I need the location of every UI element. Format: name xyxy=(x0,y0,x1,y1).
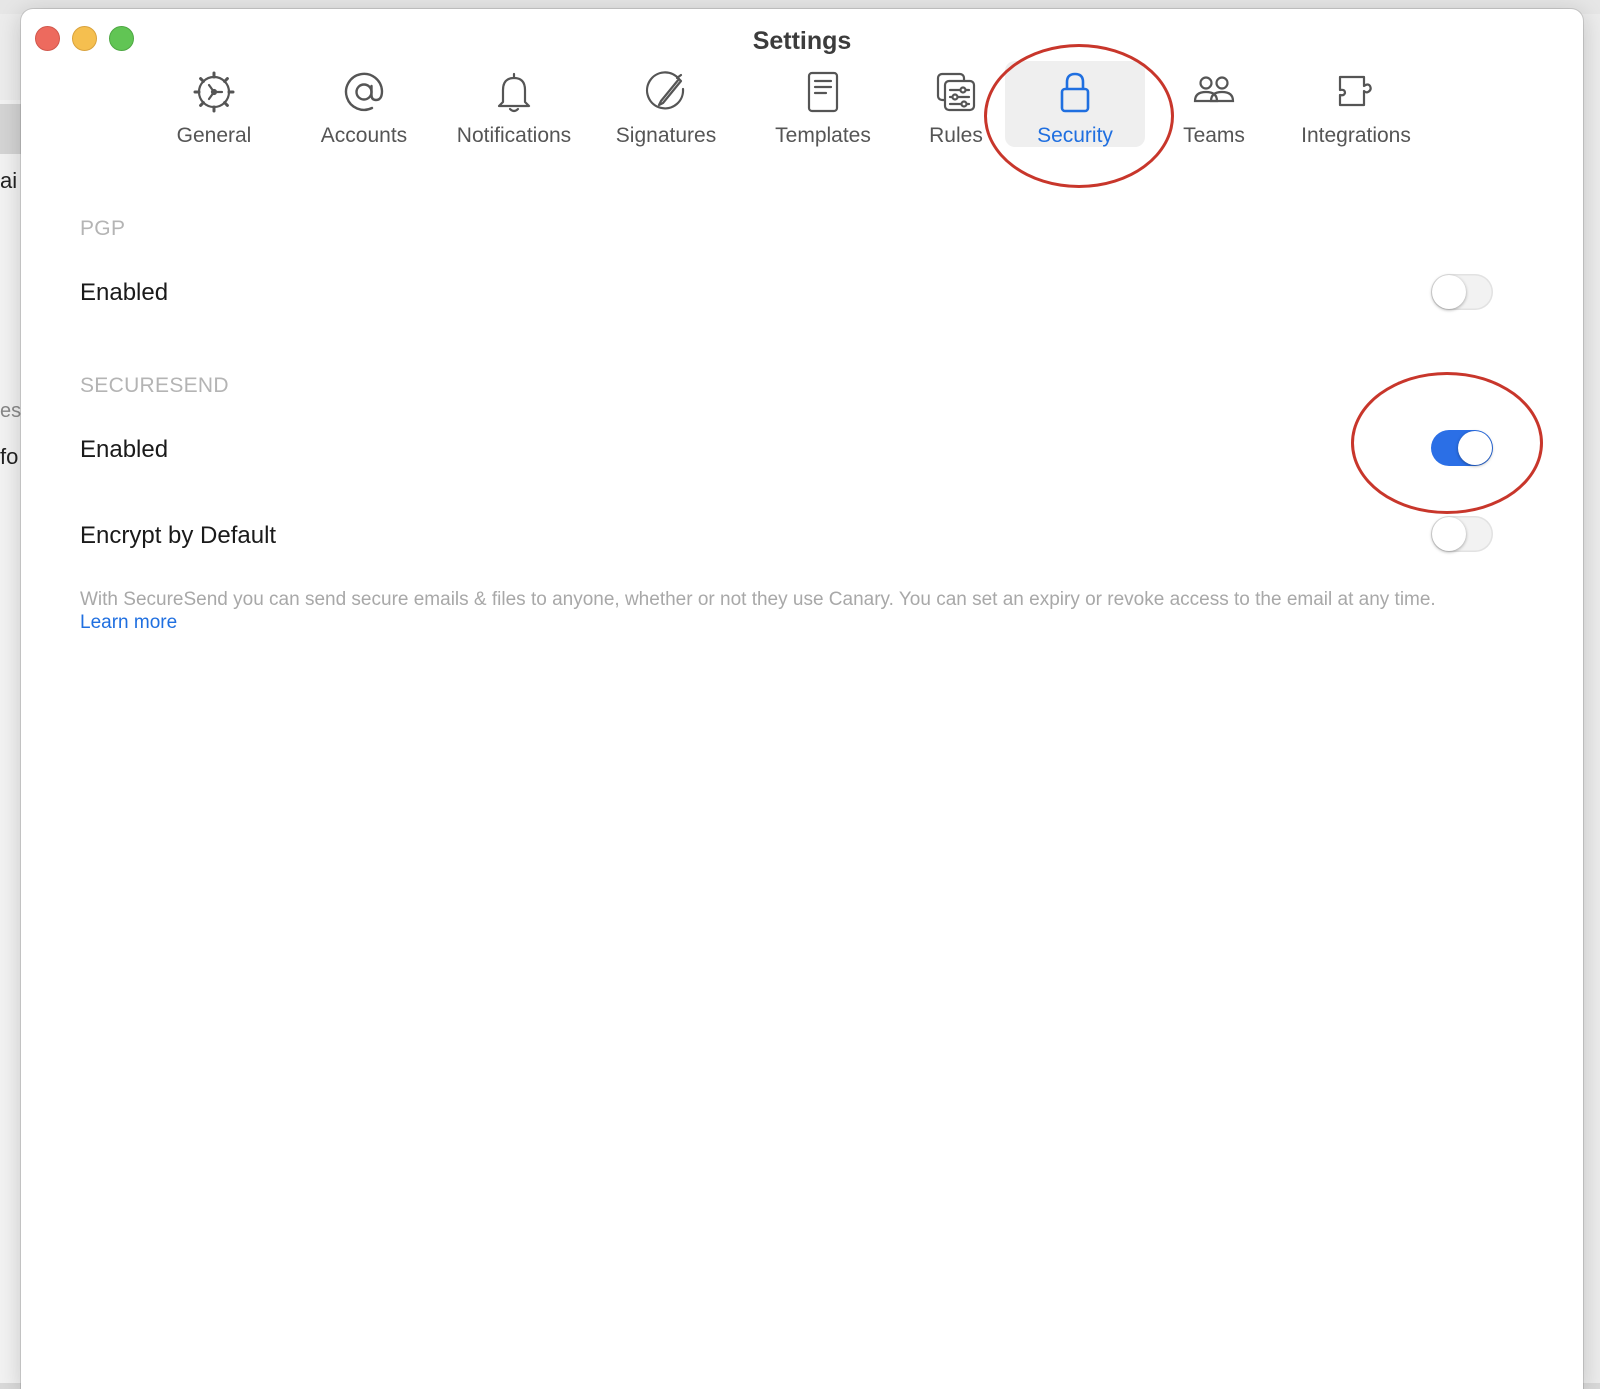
securesend-description: With SecureSend you can send secure emai… xyxy=(80,589,1436,610)
tab-label: Rules xyxy=(929,124,983,147)
background-text-fragment: fo xyxy=(0,444,19,469)
background-selected-item xyxy=(0,104,22,154)
section-title-pgp: PGP xyxy=(80,217,126,240)
tab-signatures[interactable]: Signatures xyxy=(606,61,726,147)
pgp-enabled-toggle[interactable] xyxy=(1431,274,1493,310)
securesend-enabled-toggle[interactable] xyxy=(1431,430,1493,466)
people-icon xyxy=(1169,69,1259,115)
tab-label: Signatures xyxy=(615,124,717,147)
section-title-securesend: SECURESEND xyxy=(80,374,229,397)
lock-icon xyxy=(1005,69,1145,115)
background-sidebar xyxy=(0,100,22,1383)
tab-accounts[interactable]: Accounts xyxy=(304,61,424,147)
window-title: Settings xyxy=(752,27,852,55)
tab-security[interactable]: Security xyxy=(1005,61,1145,147)
settings-window: Settings General Accounts Notifications … xyxy=(21,9,1583,1389)
puzzle-icon xyxy=(1291,69,1421,115)
at-sign-icon xyxy=(304,69,424,115)
securesend-enabled-label: Enabled xyxy=(80,436,169,463)
document-icon xyxy=(763,69,883,115)
rules-sliders-icon xyxy=(921,69,991,115)
tab-label: Accounts xyxy=(320,124,408,147)
pgp-enabled-label: Enabled xyxy=(80,279,169,306)
tab-rules[interactable]: Rules xyxy=(921,61,991,147)
tab-label: Security xyxy=(1037,124,1113,147)
toggle-knob xyxy=(1432,517,1466,551)
tab-label: Teams xyxy=(1183,124,1245,147)
tab-label: Notifications xyxy=(456,124,572,147)
tab-templates[interactable]: Templates xyxy=(763,61,883,147)
encrypt-by-default-label: Encrypt by Default xyxy=(80,522,277,549)
background-text-fragment: es xyxy=(0,400,22,422)
tab-label: Integrations xyxy=(1301,124,1411,147)
toggle-knob xyxy=(1432,275,1466,309)
learn-more-link[interactable]: Learn more xyxy=(80,612,177,634)
tab-teams[interactable]: Teams xyxy=(1169,61,1259,147)
toggle-knob xyxy=(1458,431,1492,465)
bell-icon xyxy=(444,69,584,115)
encrypt-by-default-toggle[interactable] xyxy=(1431,516,1493,552)
tab-integrations[interactable]: Integrations xyxy=(1291,61,1421,147)
tab-general[interactable]: General xyxy=(164,61,264,147)
background-text-fragment: ai xyxy=(0,168,18,193)
signature-pen-icon xyxy=(606,69,726,115)
tab-label: General xyxy=(176,124,252,147)
tab-notifications[interactable]: Notifications xyxy=(444,61,584,147)
tab-label: Templates xyxy=(775,124,871,147)
gear-icon xyxy=(164,69,264,115)
